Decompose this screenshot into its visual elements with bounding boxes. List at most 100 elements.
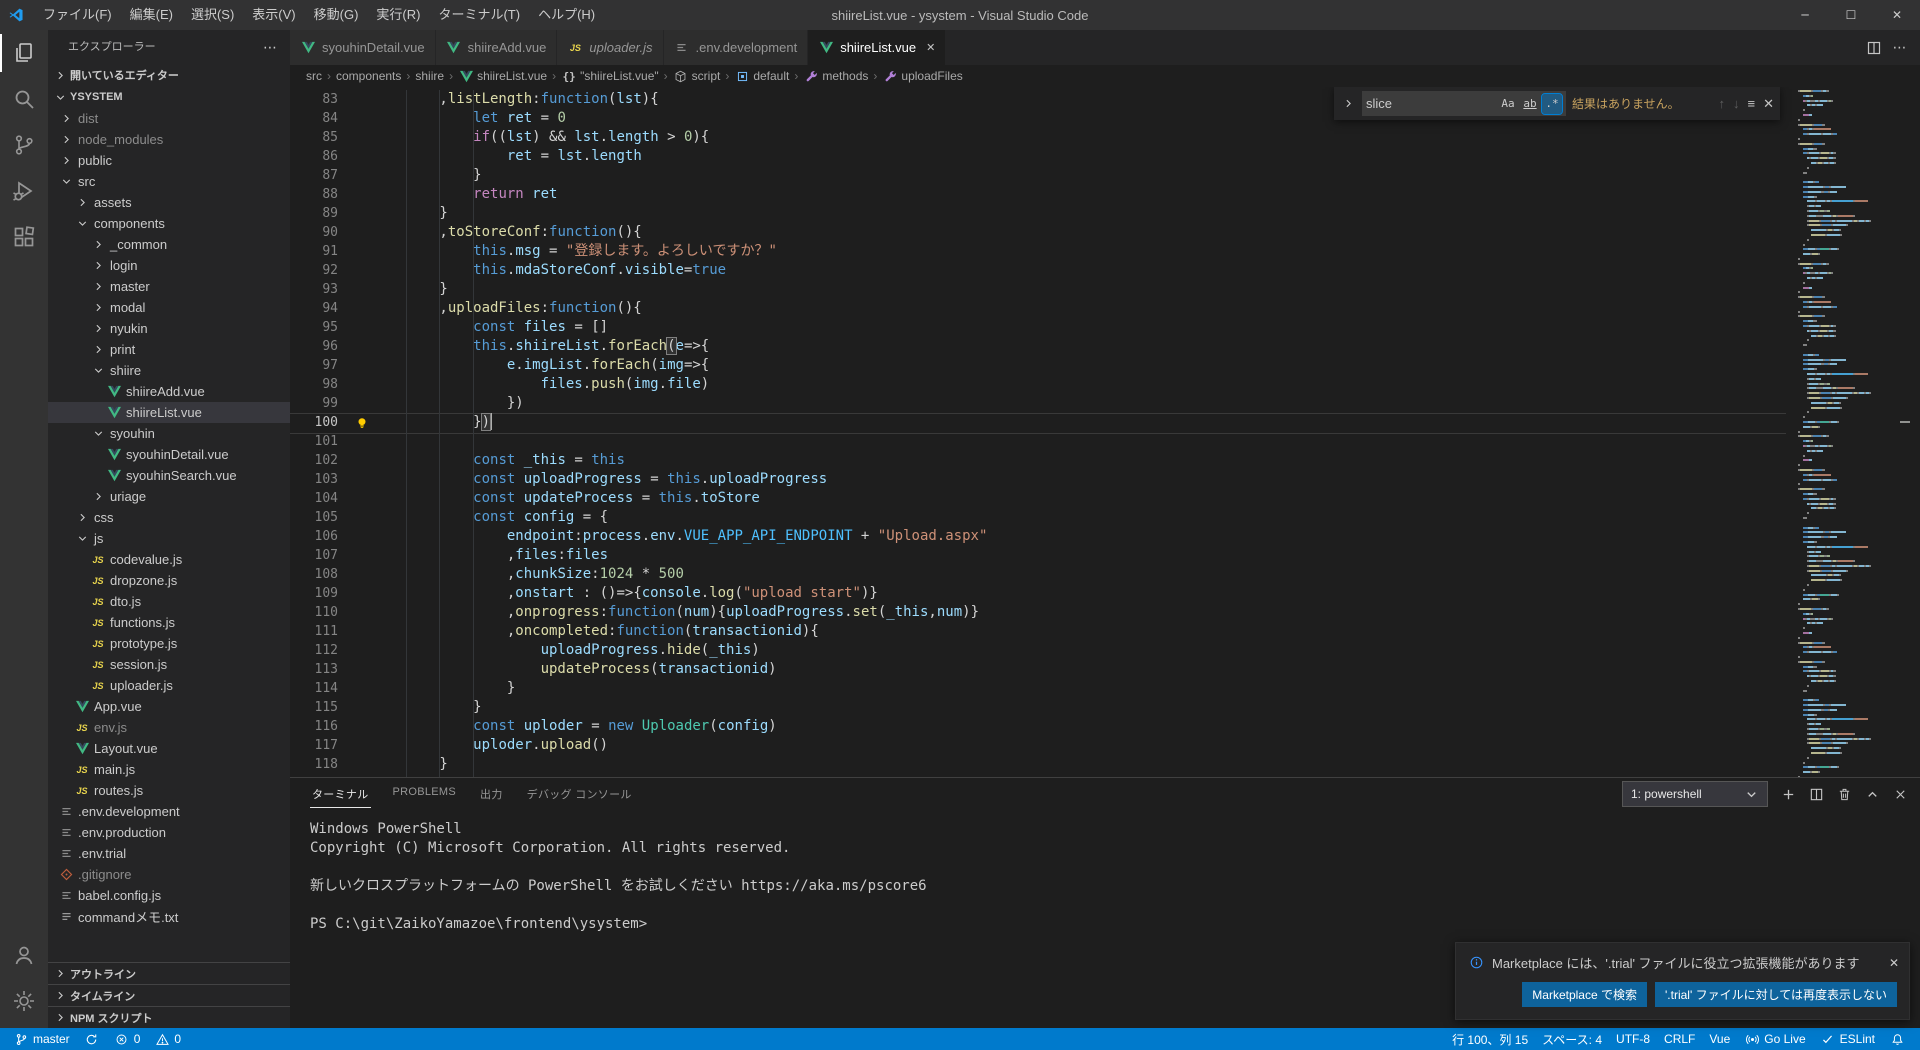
panel-tab-デバッグ コンソール[interactable]: デバッグ コンソール <box>525 780 634 808</box>
tab-close-icon[interactable]: ✕ <box>926 41 935 54</box>
find-previous-icon[interactable]: ↑ <box>1719 96 1726 111</box>
tree-item-dropzone.js[interactable]: JSdropzone.js <box>48 570 290 591</box>
tree-item-_common[interactable]: _common <box>48 234 290 255</box>
tree-item-main.js[interactable]: JSmain.js <box>48 759 290 780</box>
tree-item-shiireList.vue[interactable]: shiireList.vue <box>48 402 290 423</box>
activity-account[interactable] <box>0 932 48 978</box>
tree-item-master[interactable]: master <box>48 276 290 297</box>
breadcrumb-default[interactable]: default <box>734 68 789 84</box>
status-0[interactable]: 0 <box>107 1028 148 1050</box>
tree-item-functions.js[interactable]: JSfunctions.js <box>48 612 290 633</box>
status-行-100-列-15[interactable]: 行 100、列 15 <box>1445 1028 1535 1050</box>
tree-item-syouhinSearch.vue[interactable]: syouhinSearch.vue <box>48 465 290 486</box>
menu-編集[interactable]: 編集(E) <box>121 0 182 30</box>
breadcrumb-"shiireList.vue"[interactable]: {}"shiireList.vue" <box>561 68 659 84</box>
tree-item-js[interactable]: js <box>48 528 290 549</box>
menu-表示[interactable]: 表示(V) <box>243 0 304 30</box>
breadcrumb-script[interactable]: script <box>673 68 721 84</box>
section-タイムライン[interactable]: タイムライン <box>48 984 290 1006</box>
breadcrumb-shiireList.vue[interactable]: shiireList.vue <box>458 68 547 84</box>
close-panel-icon[interactable] <box>1892 786 1908 802</box>
find-option-match-case[interactable]: Aa <box>1498 94 1518 114</box>
tree-item-shiireAdd.vue[interactable]: shiireAdd.vue <box>48 381 290 402</box>
find-input[interactable]: slice Aaab.* <box>1362 91 1566 116</box>
minimize-button[interactable]: ─ <box>1782 0 1828 30</box>
tree-item-shiire[interactable]: shiire <box>48 360 290 381</box>
new-terminal-icon[interactable] <box>1780 786 1796 802</box>
tree-item-nyukin[interactable]: nyukin <box>48 318 290 339</box>
menu-選択[interactable]: 選択(S) <box>182 0 243 30</box>
tree-item-.env.development[interactable]: .env.development <box>48 801 290 822</box>
breadcrumb-shiire[interactable]: shiire <box>415 69 444 83</box>
terminal-select[interactable]: 1: powershell <box>1622 781 1768 807</box>
breadcrumb-uploadFiles[interactable]: uploadFiles <box>882 68 962 84</box>
toggle-replace-icon[interactable] <box>1340 96 1356 112</box>
tree-item-uploader.js[interactable]: JSuploader.js <box>48 675 290 696</box>
tree-item-App.vue[interactable]: App.vue <box>48 696 290 717</box>
status-utf-8[interactable]: UTF-8 <box>1609 1028 1657 1050</box>
panel-tab-ターミナル[interactable]: ターミナル <box>310 780 371 808</box>
tree-item-syouhin[interactable]: syouhin <box>48 423 290 444</box>
activity-explorer[interactable] <box>0 30 48 76</box>
tree-item-assets[interactable]: assets <box>48 192 290 213</box>
tab-uploader.js[interactable]: JSuploader.js <box>557 30 663 65</box>
tree-item-Layout.vue[interactable]: Layout.vue <box>48 738 290 759</box>
tree-item-.env.trial[interactable]: .env.trial <box>48 843 290 864</box>
workspace-root[interactable]: YSYSTEM <box>48 86 290 108</box>
maximize-panel-icon[interactable] <box>1864 786 1880 802</box>
notification-close-icon[interactable]: ✕ <box>1889 956 1899 970</box>
find-close-icon[interactable]: ✕ <box>1763 96 1774 112</box>
status-bell[interactable] <box>1882 1028 1912 1050</box>
tree-item-src[interactable]: src <box>48 171 290 192</box>
menu-移動[interactable]: 移動(G) <box>305 0 368 30</box>
lightbulb-icon[interactable] <box>352 413 372 432</box>
tree-item-session.js[interactable]: JSsession.js <box>48 654 290 675</box>
tree-item-components[interactable]: components <box>48 213 290 234</box>
tree-item-public[interactable]: public <box>48 150 290 171</box>
find-option-whole-word[interactable]: ab <box>1520 94 1540 114</box>
menu-ファイル[interactable]: ファイル(F) <box>34 0 121 30</box>
menu-ターミナル[interactable]: ターミナル(T) <box>429 0 529 30</box>
tab-syouhinDetail.vue[interactable]: syouhinDetail.vue <box>290 30 436 65</box>
notification-button[interactable]: '.trial' ファイルに対しては再度表示しない <box>1655 982 1897 1007</box>
tab-.env.development[interactable]: .env.development <box>664 30 809 65</box>
tree-item-syouhinDetail.vue[interactable]: syouhinDetail.vue <box>48 444 290 465</box>
tree-item-print[interactable]: print <box>48 339 290 360</box>
status-sync[interactable] <box>77 1028 107 1050</box>
find-option-regex[interactable]: .* <box>1542 94 1562 114</box>
notification-button[interactable]: Marketplace で検索 <box>1522 982 1647 1007</box>
menu-実行[interactable]: 実行(R) <box>367 0 429 30</box>
activity-search[interactable] <box>0 76 48 122</box>
tree-item-.gitignore[interactable]: .gitignore <box>48 864 290 885</box>
tree-item-login[interactable]: login <box>48 255 290 276</box>
overview-ruler[interactable] <box>1896 87 1920 777</box>
open-editors-section[interactable]: 開いているエディター <box>48 64 290 86</box>
section-NPM スクリプト[interactable]: NPM スクリプト <box>48 1006 290 1028</box>
tree-item-dto.js[interactable]: JSdto.js <box>48 591 290 612</box>
close-button[interactable]: ✕ <box>1874 0 1920 30</box>
kill-terminal-icon[interactable] <box>1836 786 1852 802</box>
status-crlf[interactable]: CRLF <box>1657 1028 1702 1050</box>
status-0[interactable]: 0 <box>147 1028 188 1050</box>
breadcrumb-src[interactable]: src <box>306 69 322 83</box>
tree-item-routes.js[interactable]: JSroutes.js <box>48 780 290 801</box>
breadcrumb-components[interactable]: components <box>336 69 401 83</box>
tree-item-node_modules[interactable]: node_modules <box>48 129 290 150</box>
find-next-icon[interactable]: ↓ <box>1733 96 1740 111</box>
status-go-live[interactable]: Go Live <box>1737 1028 1812 1050</box>
tree-item-prototype.js[interactable]: JSprototype.js <box>48 633 290 654</box>
menu-ヘルプ[interactable]: ヘルプ(H) <box>529 0 604 30</box>
tree-item-dist[interactable]: dist <box>48 108 290 129</box>
tree-item-env.js[interactable]: JSenv.js <box>48 717 290 738</box>
tree-item-commandメモ.txt[interactable]: commandメモ.txt <box>48 906 290 927</box>
tab-shiireAdd.vue[interactable]: shiireAdd.vue <box>436 30 558 65</box>
tree-item-modal[interactable]: modal <box>48 297 290 318</box>
activity-source-control[interactable] <box>0 122 48 168</box>
find-in-selection-icon[interactable]: ≡ <box>1748 96 1756 111</box>
panel-tab-出力[interactable]: 出力 <box>478 780 505 808</box>
maximize-button[interactable]: ☐ <box>1828 0 1874 30</box>
status-vue[interactable]: Vue <box>1702 1028 1737 1050</box>
activity-extensions[interactable] <box>0 214 48 260</box>
activity-settings[interactable] <box>0 978 48 1024</box>
tab-shiireList.vue[interactable]: shiireList.vue✕ <box>808 30 946 65</box>
